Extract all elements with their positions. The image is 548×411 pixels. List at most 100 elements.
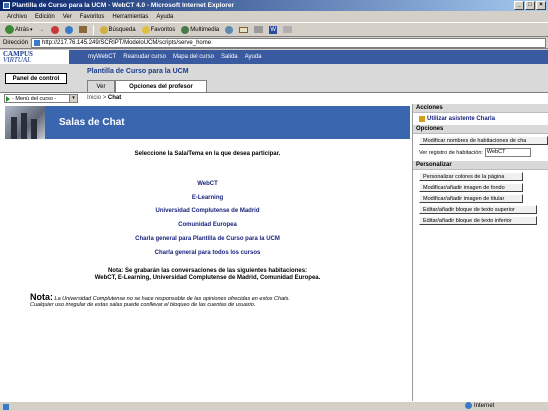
chat-assistant-link[interactable]: Utilizar asistente Charla [413, 113, 548, 125]
modify-room-names-button[interactable]: Modificar nombres de habitaciones de cha [419, 136, 548, 145]
top-text-block-button[interactable]: Editar/añadir bloque de texto superior [419, 205, 537, 214]
address-url: http://217.76.145.249/SCRIPT/ModeloUCM/s… [42, 39, 212, 46]
stop-icon [50, 25, 59, 34]
mail-button[interactable] [237, 24, 250, 35]
menu-favoritos[interactable]: Favoritos [76, 14, 109, 20]
nav-salida[interactable]: Salida [221, 54, 238, 60]
breadcrumb: Inicio > Chat [87, 95, 121, 101]
chat-room-link[interactable]: Charla general para todos los cursos [5, 250, 410, 256]
disclaimer-label: Nota: [30, 292, 53, 302]
menu-herramientas[interactable]: Herramientas [108, 14, 152, 20]
campus-virtual-logo[interactable]: CAMPUS VIRTUAL [0, 50, 70, 64]
tab-ver[interactable]: Ver [87, 80, 115, 92]
maximize-button[interactable]: □ [525, 1, 535, 10]
breadcrumb-band: - Menú del curso - ▾ Inicio > Chat [0, 92, 548, 103]
close-button[interactable]: × [536, 1, 546, 10]
page-title: Salas de Chat [59, 117, 125, 128]
address-label: Dirección [3, 39, 29, 46]
options-header: Opciones [413, 125, 548, 134]
window-title: Plantilla de Curso para la UCM - WebCT 4… [12, 2, 235, 9]
control-panel-button[interactable]: Panel de control [5, 73, 67, 84]
window-title-bar: Plantilla de Curso para la UCM - WebCT 4… [0, 0, 548, 11]
search-icon [99, 25, 108, 34]
search-button[interactable]: Búsqueda [98, 24, 138, 35]
back-arrow-icon [5, 25, 14, 34]
print-button[interactable] [252, 24, 265, 35]
chat-room-link[interactable]: E-Learning [5, 195, 410, 201]
printer-icon [254, 26, 264, 33]
nav-mapa-curso[interactable]: Mapa del curso [173, 54, 214, 60]
discuss-button[interactable] [281, 24, 294, 35]
address-bar: Dirección http://217.76.145.249/SCRIPT/M… [0, 37, 548, 49]
disclaimer: Nota: La Universidad Complutense no se h… [30, 292, 410, 308]
chevron-down-icon: ▾ [69, 95, 77, 102]
logo-line2: VIRTUAL [3, 56, 31, 64]
status-bar: Internet [0, 401, 548, 411]
forward-button[interactable]: → [37, 24, 47, 35]
room-record-label: Ver registro de habitación: [419, 149, 483, 156]
stop-button[interactable] [49, 24, 61, 35]
back-button[interactable]: Atrás ▾ [3, 24, 35, 35]
security-zone: Internet [465, 402, 494, 409]
refresh-button[interactable] [63, 24, 75, 35]
page-viewport: CAMPUS VIRTUAL myWebCT Reanudar curso Ma… [0, 50, 548, 401]
address-input[interactable]: http://217.76.145.249/SCRIPT/ModeloUCM/s… [31, 37, 546, 48]
search-label: Búsqueda [108, 26, 136, 33]
history-button[interactable] [223, 24, 235, 35]
chat-banner: Salas de Chat [5, 106, 410, 139]
title-image-button[interactable]: Modificar/añadir imagen de titular [419, 194, 523, 203]
bottom-text-block-button[interactable]: Editar/añadir bloque de texto inferior [419, 216, 537, 225]
menu-ayuda[interactable]: Ayuda [152, 14, 177, 20]
course-menu-select[interactable]: - Menú del curso - ▾ [4, 94, 78, 103]
breadcrumb-separator: > [102, 95, 107, 101]
chat-banner-image [5, 106, 45, 139]
multimedia-button[interactable]: Multimedia [179, 24, 221, 35]
history-icon [225, 25, 234, 34]
wand-icon [419, 116, 425, 122]
menu-ver[interactable]: Ver [59, 14, 76, 20]
multimedia-label: Multimedia [190, 26, 220, 33]
refresh-icon [64, 25, 73, 34]
chat-room-link[interactable]: WebCT [5, 181, 410, 187]
breadcrumb-home[interactable]: Inicio [87, 95, 101, 101]
top-navigation: myWebCT Reanudar curso Mapa del curso Sa… [88, 54, 262, 60]
back-label: Atrás [15, 26, 30, 33]
recording-note-line1: Nota: Se grabarán las conversaciones de … [107, 268, 308, 274]
customize-colors-button[interactable]: Personalizar colores de la página [419, 172, 523, 181]
star-icon [141, 25, 150, 34]
nav-ayuda[interactable]: Ayuda [245, 54, 262, 60]
course-band: Panel de control Plantilla de Curso para… [0, 64, 548, 92]
nav-mywebct[interactable]: myWebCT [88, 54, 116, 60]
discuss-icon [283, 26, 293, 33]
background-image-button[interactable]: Modificar/añadir imagen de fondo [419, 183, 523, 192]
course-menu-value: - Menú del curso - [12, 95, 57, 102]
expand-arrow-icon [6, 96, 10, 102]
multimedia-icon [181, 25, 190, 34]
chat-room-link[interactable]: Charla general para Plantilla de Curso p… [5, 236, 410, 242]
menu-archivo[interactable]: Archivo [3, 14, 31, 20]
course-title: Plantilla de Curso para la UCM [87, 68, 189, 75]
menu-edicion[interactable]: Edición [31, 14, 59, 20]
favorites-button[interactable]: Favoritos [140, 24, 178, 35]
home-button[interactable] [77, 24, 89, 35]
nav-reanudar-curso[interactable]: Reanudar curso [123, 54, 166, 60]
forward-arrow-icon: → [38, 26, 45, 33]
personalize-header: Personalizar [413, 161, 548, 170]
home-icon [78, 26, 87, 33]
recording-note-line2: WebCT, E-Learning, Universidad Compluten… [94, 275, 321, 281]
chat-room-link[interactable]: Universidad Complutense de Madrid [5, 208, 410, 214]
actions-header: Acciones [413, 104, 548, 113]
tab-opciones-profesor[interactable]: Opciones del profesor [115, 80, 207, 92]
minimize-button[interactable]: _ [514, 1, 524, 10]
breadcrumb-current: Chat [107, 95, 122, 101]
edit-button[interactable]: W [267, 24, 279, 35]
word-icon: W [269, 25, 278, 34]
mail-icon [239, 26, 249, 33]
room-record-select[interactable]: WebCT [484, 148, 531, 157]
main-content: Salas de Chat Seleccione la Sala/Tema en… [0, 104, 412, 401]
chat-room-link[interactable]: Comunidad Europea [5, 222, 410, 228]
room-record-row: Ver registro de habitación: WebCT [413, 147, 548, 158]
disclaimer-line2: Cualquier uso irregular de estas salas p… [30, 302, 256, 308]
webct-header: CAMPUS VIRTUAL myWebCT Reanudar curso Ma… [0, 50, 548, 64]
favorites-label: Favoritos [150, 26, 176, 33]
